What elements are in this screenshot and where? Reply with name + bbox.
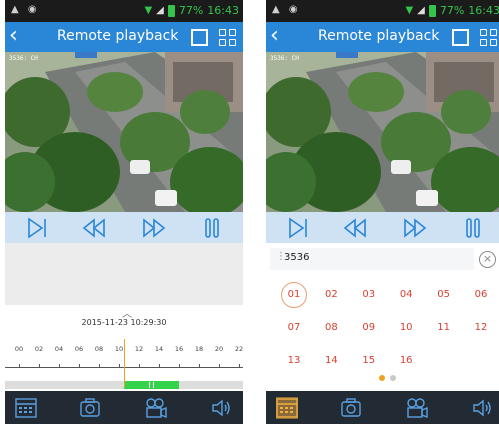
- bottom-toolbar: [266, 391, 499, 424]
- page-title: Remote playback: [57, 28, 179, 44]
- video-player[interactable]: 3536: CH: [5, 52, 243, 212]
- clear-channel-button[interactable]: ×: [479, 251, 496, 268]
- status-indicators: ▼ ◢ 77% 16:43: [144, 4, 239, 17]
- hour-tick-label: 20: [214, 345, 224, 353]
- day-cell-03[interactable]: 03: [356, 282, 382, 308]
- day-cell-16[interactable]: 16: [393, 348, 419, 374]
- channel-value: 3536: [284, 252, 310, 263]
- day-cell-13[interactable]: 13: [281, 348, 307, 374]
- single-view-button[interactable]: [452, 29, 469, 46]
- date-picker-icon[interactable]: [15, 397, 37, 419]
- notification-icons: ▲ ◉: [272, 4, 301, 15]
- single-view-button[interactable]: [191, 29, 208, 46]
- snapshot-icon[interactable]: [79, 397, 101, 419]
- rewind-icon[interactable]: [343, 216, 367, 240]
- wifi-icon: ▼: [405, 5, 414, 16]
- hour-tick-label: 22: [234, 345, 243, 353]
- day-cell-02[interactable]: 02: [318, 282, 344, 308]
- hour-tick-label: 08: [94, 345, 104, 353]
- pause-icon[interactable]: [461, 216, 485, 240]
- hour-tick-label: 14: [154, 345, 164, 353]
- day-cell-07[interactable]: 07: [281, 315, 307, 341]
- fast-forward-icon[interactable]: [142, 216, 166, 240]
- channel-row: ⋮ 3536 ×: [266, 243, 499, 275]
- day-cell-08[interactable]: 08: [318, 315, 344, 341]
- page-indicator-dot[interactable]: [390, 375, 396, 381]
- hour-tick-label: 04: [54, 345, 64, 353]
- audio-icon[interactable]: [211, 397, 233, 419]
- day-cell-05[interactable]: 05: [431, 282, 457, 308]
- timeline-cursor[interactable]: [124, 339, 125, 387]
- quad-view-button[interactable]: [480, 29, 498, 47]
- step-forward-icon[interactable]: [286, 216, 310, 240]
- date-picker-icon[interactable]: [276, 397, 298, 419]
- day-cell-01[interactable]: 01: [281, 282, 307, 308]
- hour-tick-label: 12: [134, 345, 144, 353]
- day-cell-09[interactable]: 09: [356, 315, 382, 341]
- playback-controls: [5, 212, 243, 243]
- playback-timeline[interactable]: ︿ 2015-11-23 10:29:30 00 02 04 06 08 10 12 14 16…: [5, 305, 243, 391]
- signal-icon: ◢: [417, 5, 425, 16]
- record-icon[interactable]: [145, 397, 167, 419]
- chevron-left-icon: ‹: [9, 23, 18, 48]
- back-button[interactable]: ‹: [9, 25, 29, 49]
- hour-tick-label: 16: [174, 345, 184, 353]
- status-indicators: ▼ ◢ 77% 16:43: [405, 4, 499, 17]
- day-cell-10[interactable]: 10: [393, 315, 419, 341]
- fast-forward-icon[interactable]: [403, 216, 427, 240]
- camera-frame: [266, 52, 499, 212]
- record-day-grid: 01 02 03 04 05 06 07 08 09 10 11 12 13 14 15 16: [266, 275, 499, 391]
- empty-area: [5, 243, 243, 305]
- phone-screen-timeline: ▲ ◉ ▼ ◢ 77% 16:43 ‹ Remote playback 3536…: [5, 0, 243, 424]
- clock: 16:43: [207, 4, 239, 17]
- hour-tick-label: 00: [14, 345, 24, 353]
- signal-icon: ◢: [156, 5, 164, 16]
- video-player[interactable]: 3536: CH: [266, 52, 499, 212]
- snapshot-icon[interactable]: [340, 397, 362, 419]
- audio-icon[interactable]: [472, 397, 494, 419]
- back-button[interactable]: ‹: [270, 25, 290, 49]
- battery-icon: [167, 4, 175, 17]
- page-indicator-dot[interactable]: [379, 375, 385, 381]
- clock: 16:43: [468, 4, 499, 17]
- status-bar: ▲ ◉ ▼ ◢ 77% 16:43: [5, 0, 243, 22]
- day-cell-11[interactable]: 11: [431, 315, 457, 341]
- day-cell-12[interactable]: 12: [468, 315, 494, 341]
- page-title: Remote playback: [318, 28, 440, 44]
- battery-level: 77%: [439, 4, 465, 17]
- timeline-datetime: 2015-11-23 10:29:30: [81, 318, 167, 327]
- close-icon: ×: [482, 252, 493, 265]
- chevron-left-icon: ‹: [270, 23, 279, 48]
- status-bar: ▲ ◉ ▼ ◢ 77% 16:43: [266, 0, 499, 22]
- segment-grip-icon: [148, 382, 154, 388]
- playback-controls: [266, 212, 499, 243]
- title-bar: ‹ Remote playback: [5, 22, 243, 52]
- day-cell-15[interactable]: 15: [356, 348, 382, 374]
- phone-screen-calendar: ▲ ◉ ▼ ◢ 77% 16:43 ‹ Remote playback 3536…: [266, 0, 499, 424]
- hour-tick-label: 06: [74, 345, 84, 353]
- title-bar: ‹ Remote playback: [266, 22, 499, 52]
- hour-tick-label: 18: [194, 345, 204, 353]
- battery-icon: [428, 4, 436, 17]
- rewind-icon[interactable]: [82, 216, 106, 240]
- camera-frame: [5, 52, 243, 212]
- step-forward-icon[interactable]: [25, 216, 49, 240]
- day-cell-04[interactable]: 04: [393, 282, 419, 308]
- wifi-icon: ▼: [144, 5, 153, 16]
- battery-level: 77%: [178, 4, 204, 17]
- hour-tick-label: 10: [114, 345, 124, 353]
- quad-view-button[interactable]: [219, 29, 237, 47]
- notification-icons: ▲ ◉: [11, 4, 40, 15]
- osd-channel-label: 3536: CH: [270, 55, 299, 62]
- day-cell-06[interactable]: 06: [468, 282, 494, 308]
- day-cell-14[interactable]: 14: [318, 348, 344, 374]
- pause-icon[interactable]: [200, 216, 224, 240]
- osd-channel-label: 3536: CH: [9, 55, 38, 62]
- record-icon[interactable]: [406, 397, 428, 419]
- bottom-toolbar: [5, 391, 243, 424]
- hour-tick-label: 02: [34, 345, 44, 353]
- channel-selector[interactable]: ⋮ 3536: [270, 248, 474, 270]
